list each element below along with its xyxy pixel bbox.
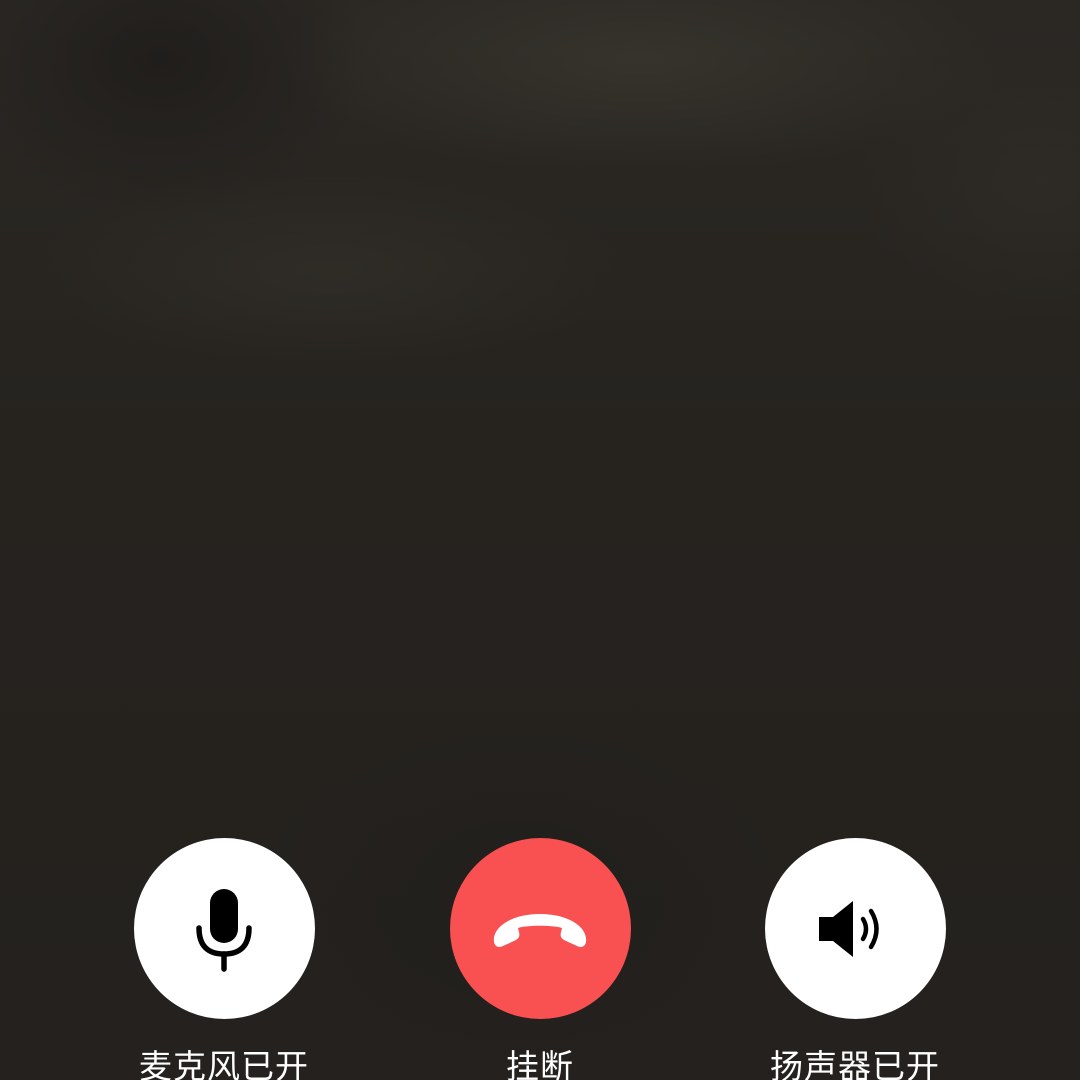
microphone-control: 麦克风已开 (104, 838, 344, 1080)
call-controls: 麦克风已开 挂断 扬声器已开 (0, 838, 1080, 1080)
phone-hangup-icon (493, 913, 587, 947)
speaker-label: 扬声器已开 (770, 1047, 940, 1080)
speaker-icon (819, 900, 879, 957)
speaker-control: 扬声器已开 (735, 838, 975, 1080)
microphone-label: 麦克风已开 (139, 1047, 309, 1080)
hangup-label: 挂断 (506, 1047, 574, 1080)
hangup-control: 挂断 (420, 838, 660, 1080)
microphone-icon (196, 888, 252, 972)
speaker-button[interactable] (764, 838, 946, 1019)
microphone-button[interactable] (133, 838, 315, 1019)
hangup-button[interactable] (449, 838, 631, 1019)
call-screen: 麦克风已开 挂断 扬声器已开 (0, 0, 1080, 1080)
